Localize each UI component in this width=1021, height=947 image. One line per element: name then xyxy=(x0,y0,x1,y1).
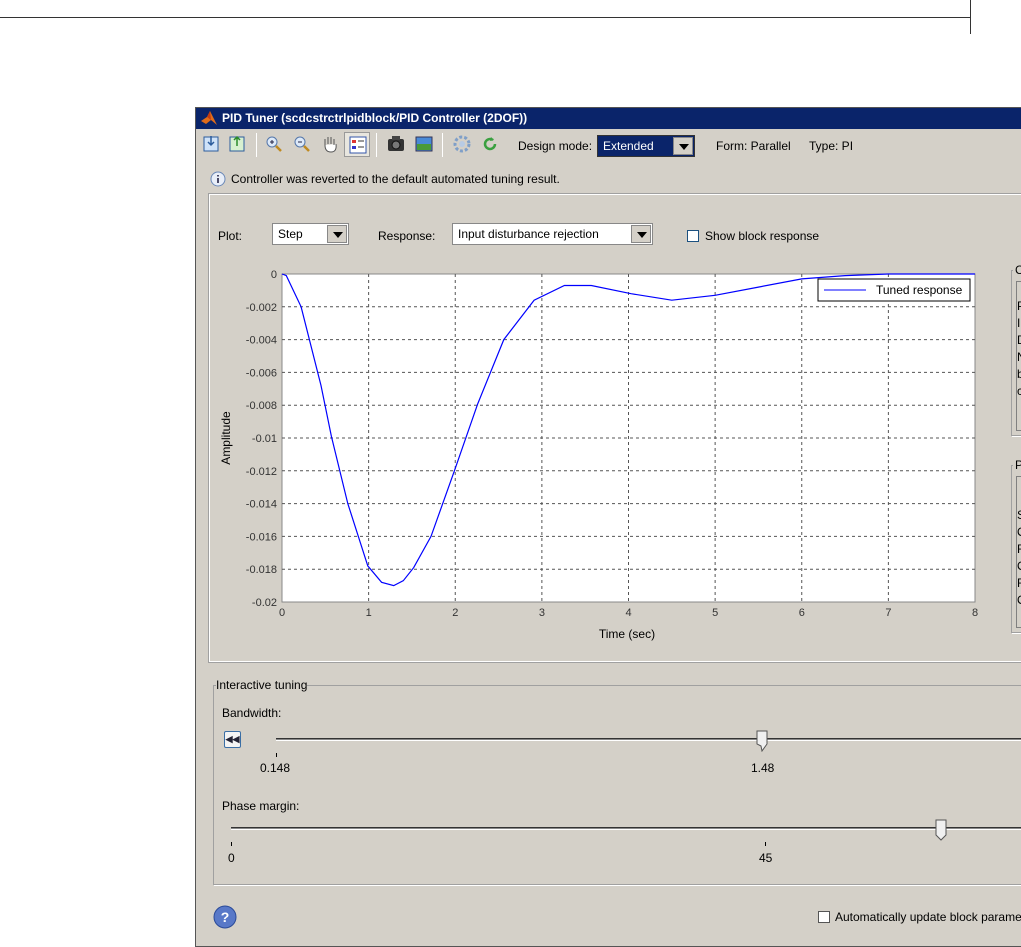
y-tick-label: -0.018 xyxy=(246,564,277,576)
phase-margin-slider-thumb[interactable] xyxy=(935,819,947,841)
x-tick-label: 4 xyxy=(625,607,631,619)
x-tick-label: 0 xyxy=(279,607,285,619)
phase-margin-label: Phase margin: xyxy=(222,799,300,813)
table-row-fragment: R xyxy=(1017,541,1021,558)
y-tick-label: -0.002 xyxy=(246,302,277,314)
y-tick-label: -0.014 xyxy=(246,499,277,511)
tick-mark xyxy=(231,842,232,846)
table-row-fragment: D xyxy=(1017,332,1021,349)
y-tick-label: -0.008 xyxy=(246,400,277,412)
x-tick-label: 3 xyxy=(539,607,545,619)
legend: Tuned response xyxy=(817,278,971,302)
x-tick-label: 8 xyxy=(972,607,978,619)
x-tick-label: 7 xyxy=(885,607,891,619)
interactive-tuning-title: Interactive tuning xyxy=(216,678,308,692)
rewind-button[interactable]: ◀◀ xyxy=(224,731,241,748)
svg-text:?: ? xyxy=(221,909,230,925)
table-row-fragment: P xyxy=(1017,298,1021,315)
y-tick-label: -0.006 xyxy=(246,367,277,379)
rewind-icon: ◀◀ xyxy=(225,734,240,744)
legend-label: Tuned response xyxy=(876,283,963,297)
x-tick-label: 6 xyxy=(799,607,805,619)
y-tick-label: 0 xyxy=(271,269,277,281)
bandwidth-tick-min: 0.148 xyxy=(260,761,291,775)
phase-margin-tick-mid: 45 xyxy=(759,851,773,865)
help-icon[interactable]: ? xyxy=(213,905,237,929)
tick-mark xyxy=(765,842,766,846)
bandwidth-tick-mid: 1.48 xyxy=(751,761,775,775)
bandwidth-slider-track[interactable] xyxy=(276,738,1021,741)
step-response-chart: 0 1 2 3 4 5 6 7 8 0 -0.002 -0.004 -0.006 -0.008 -0.01 -… xyxy=(219,269,978,641)
table-row-fragment: O xyxy=(1017,524,1021,541)
table-row-fragment: O xyxy=(1017,592,1021,609)
page-header-tick xyxy=(970,0,971,34)
performance-table: SORORO xyxy=(1016,476,1021,628)
group-title-fragment: P xyxy=(1013,458,1021,472)
x-tick-label: 2 xyxy=(452,607,458,619)
controller-parameters-group: C PIDNbc xyxy=(1011,263,1021,436)
phase-margin-tick-min: 0 xyxy=(228,851,235,865)
x-tick-label: 1 xyxy=(366,607,372,619)
bandwidth-slider-thumb[interactable] xyxy=(756,730,768,752)
y-tick-label: -0.004 xyxy=(246,335,277,347)
table-row-fragment: S xyxy=(1017,507,1021,524)
x-tick-label: 5 xyxy=(712,607,718,619)
tick-mark xyxy=(276,753,277,757)
bandwidth-label: Bandwidth: xyxy=(222,706,282,720)
y-axis-label: Amplitude xyxy=(219,411,233,465)
y-tick-label: -0.01 xyxy=(252,433,277,445)
phase-margin-slider-track[interactable] xyxy=(231,827,1021,830)
table-row-fragment: c xyxy=(1017,384,1021,398)
pid-tuner-window: PID Tuner (scdcstrctrlpidblock/PID Contr… xyxy=(195,107,1021,947)
table-row-fragment: O xyxy=(1017,558,1021,575)
y-tick-label: -0.016 xyxy=(246,531,277,543)
table-row-fragment: I xyxy=(1017,316,1021,330)
y-tick-label: -0.02 xyxy=(252,597,277,609)
auto-update-label: Automatically update block parame xyxy=(835,910,1021,924)
table-row-fragment: b xyxy=(1017,367,1021,381)
group-title-fragment: C xyxy=(1013,263,1021,277)
page-header-rule xyxy=(0,17,970,18)
performance-group: P SORORO xyxy=(1011,458,1021,633)
y-tick-label: -0.012 xyxy=(246,466,277,478)
interactive-tuning-group: Interactive tuning Bandwidth: ◀◀ 0.148 1… xyxy=(213,678,1021,885)
auto-update-checkbox[interactable] xyxy=(818,911,830,923)
table-row-fragment: N xyxy=(1017,349,1021,366)
table-row-fragment: R xyxy=(1017,575,1021,592)
x-axis-label: Time (sec) xyxy=(599,627,655,641)
controller-parameters-table: PIDNbc xyxy=(1016,281,1021,431)
